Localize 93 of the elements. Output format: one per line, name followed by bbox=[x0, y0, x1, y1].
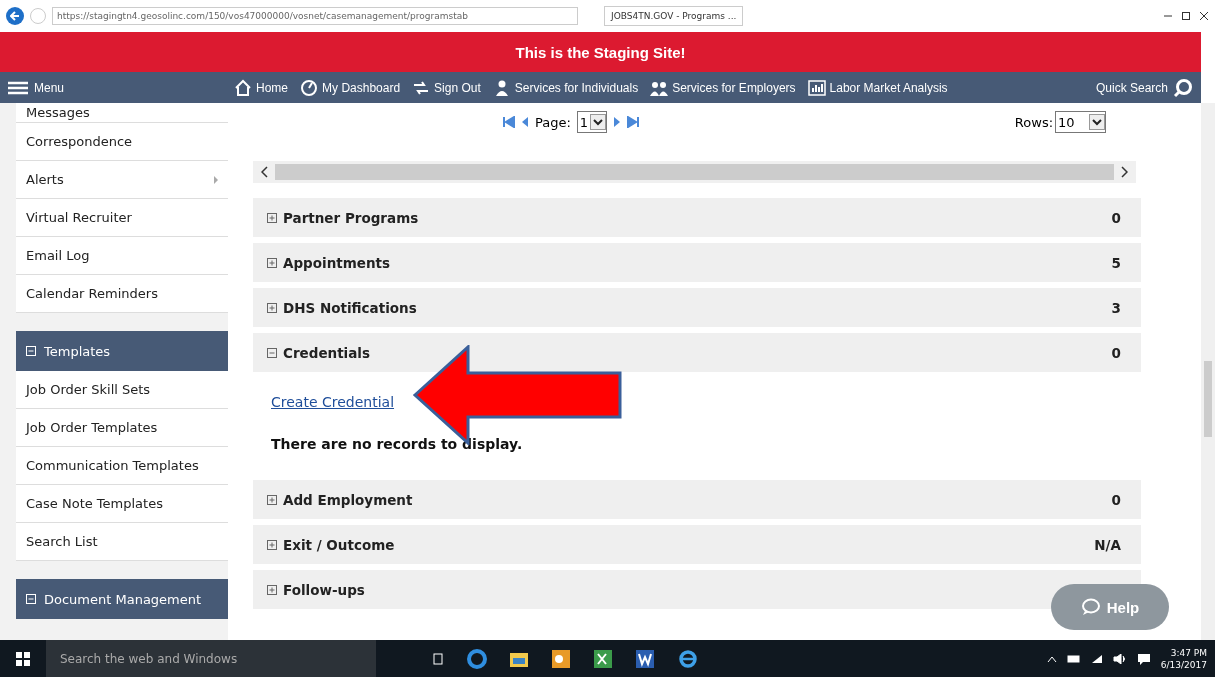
page-select[interactable]: 1 bbox=[576, 111, 608, 133]
section-count: 0 bbox=[1111, 209, 1121, 226]
speaker-icon[interactable] bbox=[1112, 653, 1127, 664]
sidebar-item[interactable]: Job Order Skill Sets bbox=[16, 371, 228, 409]
section-count: 0 bbox=[1111, 491, 1121, 508]
chevron-left-icon[interactable] bbox=[261, 166, 269, 178]
section-count: 3 bbox=[1111, 299, 1121, 316]
sidebar-item[interactable]: Email Log bbox=[16, 237, 228, 275]
edge-browser-icon[interactable] bbox=[467, 648, 487, 669]
section-header[interactable]: Partner Programs 0 bbox=[253, 198, 1141, 237]
taskbar-search-field[interactable]: Search the web and Windows bbox=[46, 640, 376, 677]
vertical-scrollbar[interactable] bbox=[1201, 103, 1215, 640]
empty-message: There are no records to display. bbox=[271, 436, 524, 452]
section-header[interactable]: DHS Notifications 3 bbox=[253, 288, 1141, 327]
expand-icon[interactable] bbox=[267, 302, 277, 313]
dashboard-icon[interactable] bbox=[300, 78, 319, 97]
previous-page-icon[interactable] bbox=[521, 116, 529, 128]
quick-search-button[interactable]: Quick Search bbox=[1095, 77, 1193, 98]
nav-link[interactable]: Home bbox=[234, 78, 289, 97]
section-title: DHS Notifications bbox=[283, 299, 417, 316]
word-icon[interactable] bbox=[635, 648, 655, 669]
rows-label: Rows: bbox=[1014, 114, 1054, 130]
expand-icon[interactable] bbox=[267, 494, 277, 505]
task-view-icon[interactable] bbox=[431, 652, 445, 665]
expand-icon[interactable] bbox=[267, 584, 277, 595]
rows-select[interactable]: 10 bbox=[1055, 111, 1106, 133]
sidebar-item[interactable]: Job Order Templates bbox=[16, 409, 228, 447]
collapse-icon[interactable] bbox=[267, 347, 277, 358]
nav-link[interactable]: Services for Employers bbox=[650, 78, 796, 97]
battery-icon[interactable] bbox=[1066, 654, 1081, 663]
sidebar-item[interactable]: Alerts bbox=[16, 161, 228, 199]
staging-banner: This is the Staging Site! bbox=[0, 32, 1201, 72]
search-icon[interactable] bbox=[1173, 77, 1193, 98]
next-page-icon[interactable] bbox=[613, 116, 622, 128]
close-icon[interactable] bbox=[1199, 11, 1209, 21]
create-credential-link[interactable]: Create Credential bbox=[271, 394, 1123, 410]
outlook-icon[interactable] bbox=[551, 648, 571, 669]
sidebar-item[interactable]: Communication Templates bbox=[16, 447, 228, 485]
group-title: Document Management bbox=[44, 591, 202, 607]
windows-start-icon[interactable] bbox=[16, 651, 30, 666]
home-icon[interactable] bbox=[234, 78, 253, 97]
section-count: 5 bbox=[1111, 254, 1121, 271]
section-title: Partner Programs bbox=[283, 209, 419, 226]
section-header[interactable]: Appointments 5 bbox=[253, 243, 1141, 282]
section-header[interactable]: Add Employment 0 bbox=[253, 480, 1141, 519]
sidebar-item[interactable]: Virtual Recruiter bbox=[16, 199, 228, 237]
last-page-icon[interactable] bbox=[627, 116, 640, 128]
sidebar-item[interactable]: Search List bbox=[16, 523, 228, 561]
nav-link[interactable]: Labor Market Analysis bbox=[807, 78, 948, 97]
sidebar-group-header[interactable]: Document Management bbox=[16, 579, 228, 619]
section-header[interactable]: Exit / Outcome N/A bbox=[253, 525, 1141, 564]
section-title: Appointments bbox=[283, 254, 391, 271]
group-title: Templates bbox=[44, 343, 111, 359]
nav-link[interactable]: Services for Individuals bbox=[492, 78, 639, 97]
dropdown-icon[interactable] bbox=[1089, 114, 1105, 130]
sidebar-item[interactable]: Calendar Reminders bbox=[16, 275, 228, 313]
chat-bubble-icon bbox=[1080, 598, 1101, 616]
excel-icon[interactable] bbox=[593, 648, 613, 669]
menu-button[interactable]: Menu bbox=[8, 80, 65, 95]
first-page-icon[interactable] bbox=[503, 116, 515, 128]
maximize-icon[interactable] bbox=[1181, 11, 1191, 21]
signal-icon[interactable] bbox=[1090, 653, 1103, 664]
chevron-up-icon[interactable] bbox=[1046, 654, 1057, 663]
nav-link[interactable]: Sign Out bbox=[412, 78, 481, 97]
dropdown-icon[interactable] bbox=[590, 114, 607, 130]
horizontal-scrollbar[interactable] bbox=[253, 161, 1136, 183]
notification-icon[interactable] bbox=[1136, 652, 1151, 665]
expand-icon[interactable] bbox=[267, 212, 277, 223]
clock-time: 3:47 PM bbox=[1170, 646, 1207, 659]
back-button[interactable] bbox=[6, 7, 24, 25]
section-title: Follow-ups bbox=[283, 581, 365, 598]
expand-icon[interactable] bbox=[267, 539, 277, 550]
page-label: Page: bbox=[535, 114, 571, 130]
nav-link[interactable]: My Dashboard bbox=[300, 78, 401, 97]
section-header[interactable]: Credentials 0 bbox=[253, 333, 1141, 372]
section-title: Credentials bbox=[283, 344, 370, 361]
internet-explorer-icon[interactable] bbox=[677, 647, 699, 670]
sidebar-group-header[interactable]: Templates bbox=[16, 331, 228, 371]
sidebar-item[interactable]: Correspondence bbox=[16, 123, 228, 161]
back-arrow-icon[interactable] bbox=[10, 11, 20, 21]
sidebar-item[interactable]: Messages bbox=[16, 103, 228, 123]
section-title: Exit / Outcome bbox=[283, 536, 395, 553]
clock-date: 6/13/2017 bbox=[1160, 658, 1207, 671]
sidebar-item[interactable]: Case Note Templates bbox=[16, 485, 228, 523]
expand-icon[interactable] bbox=[267, 257, 277, 268]
chart-icon[interactable] bbox=[807, 78, 826, 97]
section-count: N/A bbox=[1094, 536, 1121, 553]
menu-icon[interactable] bbox=[8, 80, 28, 95]
section-count: 0 bbox=[1111, 344, 1121, 361]
address-bar[interactable]: https://stagingtn4.geosolinc.com/150/vos47000000/vosnet/casemanagement/programstab bbox=[52, 7, 578, 25]
chevron-right-icon[interactable] bbox=[1120, 166, 1128, 178]
browser-tab[interactable]: JOBS4TN.GOV - Programs ... bbox=[604, 6, 744, 26]
section-title: Add Employment bbox=[283, 491, 413, 508]
